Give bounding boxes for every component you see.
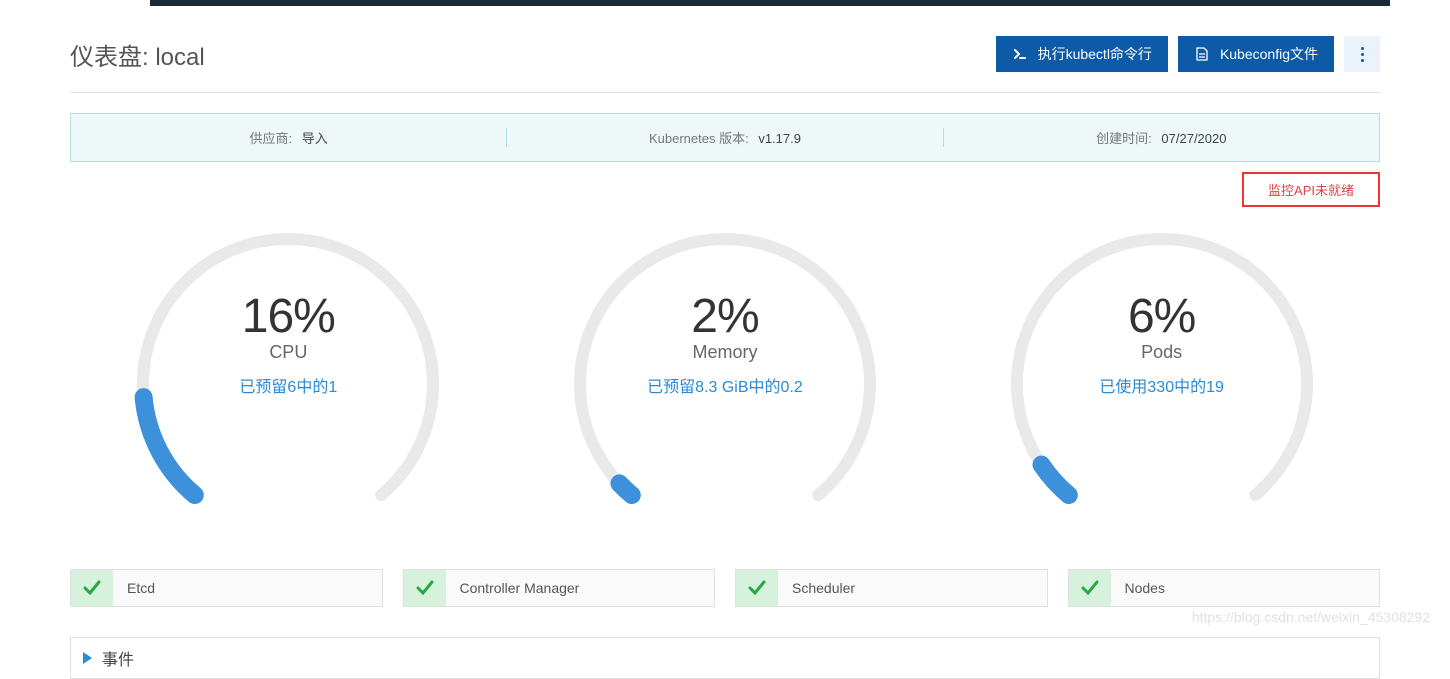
gauge-pods: 6% Pods 已使用330中的19 xyxy=(997,219,1327,519)
status-label: Controller Manager xyxy=(446,570,715,606)
gauges-row: 16% CPU 已预留6中的1 2% Memory 已预留8.3 GiB中的0.… xyxy=(70,219,1380,519)
status-label: Etcd xyxy=(113,570,382,606)
gauge-label: Memory xyxy=(595,342,855,363)
status-label: Nodes xyxy=(1111,570,1380,606)
page-title: 仪表盘: local xyxy=(70,37,205,72)
kubectl-cli-button[interactable]: 执行kubectl命令行 xyxy=(996,36,1168,72)
gauge-subtitle[interactable]: 已预留8.3 GiB中的0.2 xyxy=(595,373,855,397)
status-card-etcd[interactable]: Etcd xyxy=(70,569,383,607)
info-provider: 供应商: 导入 xyxy=(71,128,507,147)
more-actions-button[interactable] xyxy=(1344,36,1380,72)
file-icon xyxy=(1194,46,1210,62)
cluster-info-banner: 供应商: 导入 Kubernetes 版本: v1.17.9 创建时间: 07/… xyxy=(70,113,1380,162)
gauge-subtitle[interactable]: 已预留6中的1 xyxy=(158,373,418,397)
gauge-percent: 16% xyxy=(158,289,418,344)
component-status-row: Etcd Controller Manager Scheduler Nodes xyxy=(70,569,1380,607)
expand-icon xyxy=(83,652,92,664)
kubeconfig-button[interactable]: Kubeconfig文件 xyxy=(1178,36,1334,72)
gauge-label: Pods xyxy=(1032,342,1292,363)
watermark: https://blog.csdn.net/weixin_45308292 xyxy=(1192,609,1430,625)
gauge-percent: 2% xyxy=(595,289,855,344)
check-icon xyxy=(736,570,778,606)
header-actions: 执行kubectl命令行 Kubeconfig文件 xyxy=(996,36,1380,72)
page-header: 仪表盘: local 执行kubectl命令行 Kubeconfig文件 xyxy=(70,36,1380,72)
kebab-icon xyxy=(1361,47,1364,50)
gauge-cpu: 16% CPU 已预留6中的1 xyxy=(123,219,453,519)
alert-row: 监控API未就绪 xyxy=(70,172,1380,207)
monitoring-api-alert: 监控API未就绪 xyxy=(1242,172,1380,207)
info-created: 创建时间: 07/27/2020 xyxy=(944,128,1379,147)
gauge-label: CPU xyxy=(158,342,418,363)
gauge-subtitle[interactable]: 已使用330中的19 xyxy=(1032,373,1292,397)
status-label: Scheduler xyxy=(778,570,1047,606)
check-icon xyxy=(1069,570,1111,606)
events-panel[interactable]: 事件 xyxy=(70,637,1380,679)
kubeconfig-button-label: Kubeconfig文件 xyxy=(1220,44,1318,64)
top-nav-bar xyxy=(150,0,1390,6)
divider xyxy=(70,92,1380,93)
terminal-icon xyxy=(1012,46,1028,62)
gauge-percent: 6% xyxy=(1032,289,1292,344)
status-card-scheduler[interactable]: Scheduler xyxy=(735,569,1048,607)
status-card-nodes[interactable]: Nodes xyxy=(1068,569,1381,607)
events-title: 事件 xyxy=(102,646,134,670)
kubectl-button-label: 执行kubectl命令行 xyxy=(1038,44,1152,64)
status-card-controller-manager[interactable]: Controller Manager xyxy=(403,569,716,607)
check-icon xyxy=(404,570,446,606)
check-icon xyxy=(71,570,113,606)
info-k8s-version: Kubernetes 版本: v1.17.9 xyxy=(507,128,943,147)
gauge-memory: 2% Memory 已预留8.3 GiB中的0.2 xyxy=(560,219,890,519)
